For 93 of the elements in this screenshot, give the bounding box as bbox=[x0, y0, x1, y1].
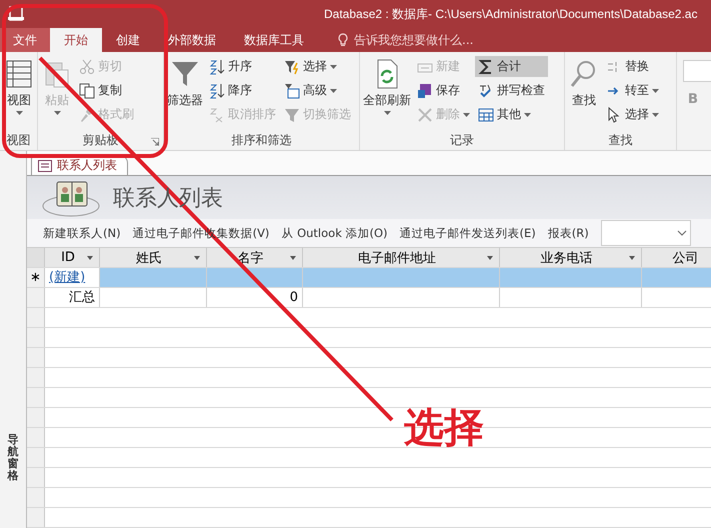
window-title: Database2 : 数据库- C:\Users\Administrator\Documents\Database2.ac bbox=[324, 6, 698, 22]
new-record-link[interactable]: (新建) bbox=[49, 270, 86, 285]
caret-icon bbox=[330, 64, 337, 68]
ribbon-button[interactable]: 选择 bbox=[603, 104, 662, 125]
sort-za-icon bbox=[209, 82, 225, 98]
caret-icon bbox=[330, 88, 337, 92]
navigation-pane[interactable]: 导航窗格 bbox=[0, 151, 27, 528]
record-selector[interactable] bbox=[27, 348, 45, 367]
funnel-icon bbox=[284, 106, 300, 122]
ribbon-tab[interactable]: 创建 bbox=[102, 28, 154, 52]
column-header[interactable]: 公司 bbox=[642, 248, 711, 267]
ribbon-button[interactable]: 高级 bbox=[281, 80, 354, 101]
ribbon-large-button[interactable]: 查找 bbox=[567, 56, 601, 130]
scissors-icon bbox=[79, 58, 95, 74]
table-cell: 0 bbox=[207, 288, 303, 307]
record-selector[interactable] bbox=[27, 508, 45, 527]
ribbon-tab[interactable]: 数据库工具 bbox=[230, 28, 318, 52]
ribbon-button[interactable]: 降序 bbox=[206, 80, 279, 101]
ribbon-button[interactable]: 合计 bbox=[475, 56, 548, 77]
tell-me-field[interactable]: 告诉我您想要做什么... bbox=[352, 32, 526, 48]
funnel-form-icon bbox=[284, 82, 300, 98]
column-header[interactable]: ID bbox=[45, 248, 100, 267]
command-link[interactable]: 报表(R) bbox=[548, 226, 589, 240]
table-row[interactable]: 汇总 0 bbox=[27, 288, 711, 308]
record-selector[interactable] bbox=[27, 288, 45, 307]
app-icon bbox=[8, 6, 24, 22]
cursor-icon bbox=[606, 106, 622, 122]
table-cell: 汇总 bbox=[45, 288, 100, 307]
ribbon-tab[interactable]: 开始 bbox=[50, 28, 102, 52]
column-header[interactable]: 业务电话 bbox=[500, 248, 642, 267]
group-label: 查找 bbox=[608, 132, 632, 148]
record-selector[interactable] bbox=[27, 328, 45, 347]
save-icon bbox=[417, 82, 433, 98]
ribbon-button[interactable]: 选择 bbox=[281, 56, 354, 77]
caret-icon bbox=[652, 112, 659, 116]
column-header[interactable]: 电子邮件地址 bbox=[303, 248, 500, 267]
column-header[interactable]: 名字 bbox=[207, 248, 303, 267]
sort-clear-icon bbox=[209, 106, 225, 122]
group-label: 记录 bbox=[450, 132, 474, 148]
command-link[interactable]: 从 Outlook 添加(O) bbox=[281, 226, 388, 240]
record-selector[interactable] bbox=[27, 308, 45, 327]
ribbon-tab[interactable]: 外部数据 bbox=[154, 28, 230, 52]
command-link[interactable]: 新建联系人(N) bbox=[43, 226, 121, 240]
annotation-label: 选择 bbox=[404, 404, 484, 453]
caret-icon bbox=[652, 88, 659, 92]
form-icon bbox=[38, 160, 52, 172]
lightbulb-icon bbox=[338, 33, 348, 47]
ribbon-button[interactable]: 复制 bbox=[76, 80, 137, 101]
copy-icon bbox=[79, 82, 95, 98]
caret-icon bbox=[16, 111, 22, 115]
chevron-down-icon bbox=[676, 230, 687, 236]
sigma-icon bbox=[478, 58, 494, 74]
ribbon-large-button[interactable]: 全部刷新 bbox=[362, 56, 412, 130]
caret-icon bbox=[384, 111, 390, 115]
ribbon-button[interactable]: 拼写检查 bbox=[475, 80, 548, 101]
record-selector[interactable] bbox=[27, 488, 45, 507]
record-selector[interactable] bbox=[27, 408, 45, 427]
caret-icon bbox=[290, 256, 296, 260]
ribbon-large-button[interactable]: 视图 bbox=[2, 56, 36, 130]
record-selector[interactable] bbox=[27, 428, 45, 447]
group-label: 视图 bbox=[6, 132, 30, 148]
ribbon-tab[interactable]: 文件 bbox=[0, 28, 50, 52]
ribbon-button[interactable]: 保存 bbox=[414, 80, 473, 101]
record-selector[interactable] bbox=[27, 448, 45, 467]
ribbon-button[interactable]: 转至 bbox=[603, 80, 662, 101]
record-selector[interactable] bbox=[27, 468, 45, 487]
table-row[interactable]: ∗ (新建) bbox=[27, 268, 711, 288]
funnel-bolt-icon bbox=[284, 58, 300, 74]
column-header[interactable]: 姓氏 bbox=[100, 248, 207, 267]
dialog-launcher-icon[interactable] bbox=[151, 138, 159, 146]
command-link[interactable]: 通过电子邮件发送列表(E) bbox=[400, 226, 536, 240]
table-icon bbox=[478, 106, 494, 122]
sort-az-icon bbox=[209, 58, 225, 74]
select-all-corner[interactable] bbox=[27, 248, 45, 267]
navigation-pane-label: 导航窗格 bbox=[8, 434, 18, 482]
caret-icon bbox=[54, 111, 60, 115]
record-selector[interactable] bbox=[27, 368, 45, 387]
caret-icon bbox=[629, 256, 635, 260]
record-selector[interactable] bbox=[27, 388, 45, 407]
font-name-field[interactable] bbox=[683, 60, 711, 82]
caret-icon bbox=[87, 256, 93, 260]
group-label: 排序和筛选 bbox=[232, 132, 292, 148]
ribbon-button[interactable]: 升序 bbox=[206, 56, 279, 77]
caret-icon bbox=[524, 112, 531, 116]
ribbon-button[interactable]: 其他 bbox=[475, 104, 548, 125]
report-combo-box[interactable] bbox=[600, 220, 691, 246]
record-selector[interactable]: ∗ bbox=[27, 268, 45, 287]
ribbon-button[interactable]: 替换 bbox=[603, 56, 662, 77]
caret-icon bbox=[194, 256, 200, 260]
caret-icon bbox=[487, 256, 493, 260]
delete-x-icon bbox=[417, 106, 433, 122]
caret-icon bbox=[463, 112, 470, 116]
ribbon-large-button[interactable]: 筛选器 bbox=[166, 56, 204, 130]
